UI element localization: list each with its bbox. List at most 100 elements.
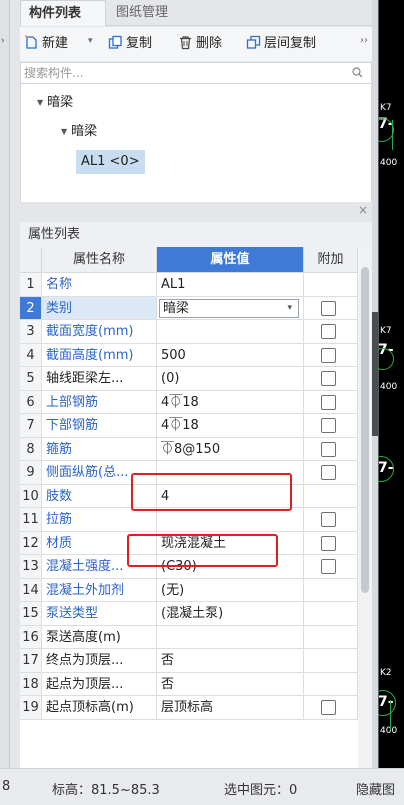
header-attach[interactable]: 附加: [304, 247, 358, 273]
property-name[interactable]: 终点为顶层...: [42, 649, 157, 673]
property-name[interactable]: 混凝土强度...: [42, 555, 157, 579]
property-name[interactable]: 下部钢筋: [42, 414, 157, 438]
status-elevation: 标高：81.5~85.3: [52, 783, 160, 798]
scrollbar-thumb[interactable]: [361, 267, 369, 593]
header-property-value[interactable]: 属性值: [157, 247, 304, 273]
property-name[interactable]: 轴线距梁左...: [42, 367, 157, 391]
property-value[interactable]: (0): [157, 367, 304, 391]
table-row[interactable]: 6 上部钢筋 4⏁18: [20, 390, 358, 414]
property-value[interactable]: 4: [157, 484, 304, 508]
attach-cell: [304, 367, 358, 391]
property-value[interactable]: 现浇混凝土: [157, 531, 304, 555]
attach-checkbox[interactable]: [321, 559, 336, 574]
property-name[interactable]: 类别: [42, 296, 157, 320]
table-row[interactable]: 2 类别 暗梁 ▾: [20, 296, 358, 320]
property-value[interactable]: 层顶标高: [157, 696, 304, 720]
property-name[interactable]: 侧面纵筋(总...: [42, 461, 157, 485]
property-name[interactable]: 上部钢筋: [42, 390, 157, 414]
property-value[interactable]: (无): [157, 578, 304, 602]
category-select[interactable]: 暗梁 ▾: [159, 298, 299, 318]
new-button[interactable]: 新建: [24, 34, 68, 54]
tree-item-selected[interactable]: AL1 <0>: [76, 150, 145, 174]
expand-arrow-icon[interactable]: ▼: [37, 92, 43, 114]
property-name[interactable]: 名称: [42, 273, 157, 297]
search-input[interactable]: [21, 63, 341, 83]
property-value[interactable]: 4⏁18: [157, 414, 304, 438]
property-name[interactable]: 混凝土外加剂: [42, 578, 157, 602]
table-row[interactable]: 19 起点顶标高(m) 层顶标高: [20, 696, 358, 720]
property-value[interactable]: 否: [157, 672, 304, 696]
property-name[interactable]: 起点为顶层...: [42, 672, 157, 696]
new-dropdown-icon[interactable]: ▾: [88, 36, 93, 46]
attach-checkbox[interactable]: [321, 465, 336, 480]
property-name[interactable]: 肢数: [42, 484, 157, 508]
panel-splitter[interactable]: ×: [20, 202, 372, 222]
table-row[interactable]: 1 名称 AL1: [20, 273, 358, 297]
property-value[interactable]: [157, 320, 304, 344]
property-name[interactable]: 箍筋: [42, 437, 157, 461]
property-value[interactable]: AL1: [157, 273, 304, 297]
property-value[interactable]: [157, 461, 304, 485]
cad-canvas[interactable]: K7 7- 400 K7 7- 400 7- K2 7- 400: [378, 0, 404, 768]
property-name[interactable]: 截面高度(mm): [42, 343, 157, 367]
attach-checkbox[interactable]: [321, 300, 336, 316]
table-row[interactable]: 5 轴线距梁左... (0): [20, 367, 358, 391]
search-icon[interactable]: [352, 67, 363, 78]
table-row[interactable]: 9 侧面纵筋(总...: [20, 461, 358, 485]
attach-checkbox[interactable]: [321, 441, 336, 457]
property-value[interactable]: 4⏁18: [157, 390, 304, 414]
property-value[interactable]: [157, 508, 304, 532]
table-row[interactable]: 4 截面高度(mm) 500: [20, 343, 358, 367]
table-row[interactable]: 18 起点为顶层... 否: [20, 672, 358, 696]
property-value[interactable]: (C30): [157, 555, 304, 579]
close-icon[interactable]: ×: [358, 203, 368, 217]
attach-checkbox[interactable]: [321, 535, 336, 551]
table-row[interactable]: 15 泵送类型 (混凝土泵): [20, 602, 358, 626]
delete-button[interactable]: 删除: [178, 34, 222, 54]
row-number: 17: [20, 649, 42, 673]
table-row[interactable]: 14 混凝土外加剂 (无): [20, 578, 358, 602]
tab-component-list[interactable]: 构件列表: [20, 0, 106, 26]
table-row[interactable]: 16 泵送高度(m): [20, 625, 358, 649]
table-row[interactable]: 17 终点为顶层... 否: [20, 649, 358, 673]
chevron-down-icon[interactable]: ▾: [287, 300, 292, 317]
property-value[interactable]: (混凝土泵): [157, 602, 304, 626]
table-row[interactable]: 8 箍筋 ⏁8@150: [20, 437, 358, 461]
attach-checkbox[interactable]: [321, 347, 336, 363]
table-row[interactable]: 7 下部钢筋 4⏁18: [20, 414, 358, 438]
tree-node-root[interactable]: ▼ 暗梁: [37, 92, 73, 114]
table-row[interactable]: 12 材质 现浇混凝土: [20, 531, 358, 555]
table-row[interactable]: 10 肢数 4: [20, 484, 358, 508]
attach-checkbox[interactable]: [321, 512, 336, 527]
property-value[interactable]: [157, 625, 304, 649]
tree-node-child[interactable]: ▼ 暗梁: [61, 121, 97, 143]
property-value[interactable]: 否: [157, 649, 304, 673]
expand-arrow-icon[interactable]: ▼: [61, 121, 67, 143]
attach-checkbox[interactable]: [321, 324, 336, 339]
table-row[interactable]: 3 截面宽度(mm): [20, 320, 358, 344]
table-row[interactable]: 11 拉筋: [20, 508, 358, 532]
property-value[interactable]: 500: [157, 343, 304, 367]
collapse-arrow[interactable]: ›: [1, 36, 9, 56]
attach-checkbox[interactable]: [321, 700, 336, 715]
attach-checkbox[interactable]: [321, 418, 336, 433]
property-name[interactable]: 泵送类型: [42, 602, 157, 626]
attach-checkbox[interactable]: [321, 394, 336, 410]
floor-copy-button[interactable]: 层间复制: [246, 34, 316, 54]
property-value[interactable]: ⏁8@150: [157, 437, 304, 461]
property-name[interactable]: 材质: [42, 531, 157, 555]
property-value[interactable]: 暗梁 ▾: [157, 296, 304, 320]
attach-checkbox[interactable]: [321, 371, 336, 386]
property-name[interactable]: 拉筋: [42, 508, 157, 532]
status-hide-button[interactable]: 隐藏图: [356, 779, 395, 798]
row-number: 7: [20, 414, 42, 438]
tab-drawing-management[interactable]: 图纸管理: [108, 0, 192, 26]
table-row[interactable]: 13 混凝土强度... (C30): [20, 555, 358, 579]
property-name[interactable]: 起点顶标高(m): [42, 696, 157, 720]
toolbar-overflow-icon[interactable]: ››: [360, 35, 368, 46]
property-name[interactable]: 截面宽度(mm): [42, 320, 157, 344]
properties-scrollbar[interactable]: [358, 247, 372, 768]
copy-button[interactable]: 复制: [108, 34, 152, 54]
header-property-name[interactable]: 属性名称: [42, 247, 157, 273]
property-name[interactable]: 泵送高度(m): [42, 625, 157, 649]
